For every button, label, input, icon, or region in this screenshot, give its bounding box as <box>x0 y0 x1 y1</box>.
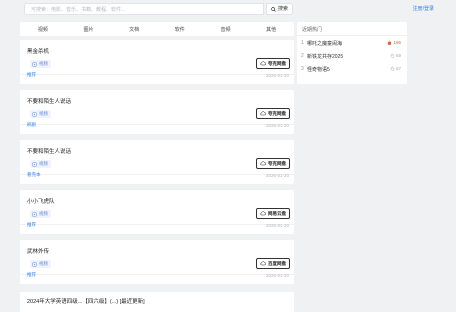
hot-count: 69 <box>390 53 401 58</box>
type-label: 视频 <box>39 261 48 266</box>
cloud-drive-label: 百度网盘 <box>268 260 286 266</box>
tab-video[interactable]: 视频 <box>32 26 54 33</box>
hot-count: 67 <box>390 66 401 71</box>
cloud-drive-button[interactable]: 百度网盘 <box>256 258 290 269</box>
hot-count-value: 69 <box>395 53 401 58</box>
resource-card[interactable]: 2024年大学英语四级...【四六级】(...) [最近更新] <box>20 292 294 312</box>
category-link[interactable]: 刷剧 <box>27 122 36 128</box>
video-file-icon <box>32 261 37 267</box>
cloud-drive-button[interactable]: 夸克网盘 <box>256 58 290 69</box>
hot-item-title[interactable]: 哪吒之魔童闹海 <box>307 40 342 47</box>
top-bar: 可搜索：电影、音乐、书籍、教程、软件... 搜索 注册/登录 <box>0 0 456 18</box>
category-link[interactable]: 推荐 <box>27 272 36 278</box>
search-button[interactable]: 搜索 <box>266 3 293 15</box>
resource-title[interactable]: 武林外传 <box>27 247 49 255</box>
publish-date: 2026-01-20 <box>265 123 289 128</box>
tab-other[interactable]: 其他 <box>260 26 282 33</box>
video-file-icon <box>32 161 37 167</box>
cloud-drive-button[interactable]: 网易云盘 <box>256 208 290 219</box>
publish-date: 2026-01-20 <box>265 223 289 228</box>
search-icon <box>271 6 276 12</box>
hot-item-title[interactable]: 新铁龙共存2025 <box>307 53 343 60</box>
cloud-icon <box>260 61 266 66</box>
hot-item-title[interactable]: 怪奇物语5 <box>307 66 330 73</box>
resource-card[interactable]: 小小飞虎队 视频 网易云盘 推荐 2026-01-20 <box>20 190 294 234</box>
hot-panel-title: 近期热门 <box>302 27 323 33</box>
video-file-icon <box>32 111 37 117</box>
cloud-drive-button[interactable]: 夸克网盘 <box>256 158 290 169</box>
search-button-label: 搜索 <box>277 6 288 12</box>
hot-item[interactable]: 3 怪奇物语5 67 <box>301 66 403 75</box>
hot-rank: 2 <box>301 53 304 59</box>
resource-title[interactable]: 小小飞虎队 <box>27 197 55 205</box>
resource-title[interactable]: 黑金杀机 <box>27 47 49 55</box>
category-link[interactable]: 推荐 <box>27 222 36 228</box>
cloud-icon <box>260 161 266 166</box>
type-label: 视频 <box>39 111 48 116</box>
cloud-drive-label: 夸克网盘 <box>268 110 286 116</box>
type-tag: 视频 <box>30 110 51 118</box>
type-label: 视频 <box>39 61 48 66</box>
type-tag: 视频 <box>30 160 51 168</box>
resource-card[interactable]: 黑金杀机 视频 夸克网盘 推荐 2026-01-20 <box>20 40 294 84</box>
hot-rank: 1 <box>301 40 304 46</box>
hot-count-value: 186 <box>393 40 401 45</box>
type-label: 视频 <box>39 211 48 216</box>
tab-software[interactable]: 软件 <box>169 26 191 33</box>
tab-documents[interactable]: 文档 <box>123 26 145 33</box>
video-file-icon <box>32 61 37 67</box>
search-input[interactable]: 可搜索：电影、音乐、书籍、教程、软件... <box>24 3 264 15</box>
tab-images[interactable]: 图片 <box>77 26 99 33</box>
video-file-icon <box>32 211 37 217</box>
hand-icon <box>390 66 395 71</box>
hot-item[interactable]: 1 哪吒之魔童闹海 186 <box>301 40 403 49</box>
publish-date: 2026-01-20 <box>265 73 289 78</box>
divider <box>20 174 294 175</box>
fire-icon <box>388 40 392 45</box>
resource-card[interactable]: 不要和陌生人说话 视频 夸克网盘 看完本 2026-01-20 <box>20 140 294 184</box>
divider <box>297 35 407 36</box>
cloud-drive-button[interactable]: 夸克网盘 <box>256 108 290 119</box>
type-tag: 视频 <box>30 210 51 218</box>
category-link[interactable]: 推荐 <box>27 72 36 78</box>
type-label: 视频 <box>39 161 48 166</box>
cloud-drive-label: 夸克网盘 <box>268 60 286 66</box>
resource-card[interactable]: 武林外传 视频 百度网盘 推荐 2026-01-20 <box>20 240 294 284</box>
hot-count-value: 67 <box>395 66 401 71</box>
cloud-icon <box>260 111 266 116</box>
divider <box>20 74 294 75</box>
divider <box>20 224 294 225</box>
tab-audio[interactable]: 音频 <box>214 26 236 33</box>
resource-title[interactable]: 2024年大学英语四级...【四六级】(...) [最近更新] <box>27 297 145 305</box>
category-tabs: 视频 图片 文档 软件 音频 其他 <box>20 22 294 36</box>
hot-panel: 近期热门 1 哪吒之魔童闹海 186 2 新铁龙共存2025 69 3 怪奇物语… <box>297 22 407 84</box>
login-link[interactable]: 注册/登录 <box>413 5 434 12</box>
cloud-drive-label: 夸克网盘 <box>268 160 286 166</box>
hot-count: 186 <box>387 40 401 45</box>
publish-date: 2026-01-20 <box>265 273 289 278</box>
hot-rank: 3 <box>301 66 304 72</box>
resource-title[interactable]: 不要和陌生人说话 <box>27 97 71 105</box>
cloud-icon <box>260 261 266 266</box>
resource-title[interactable]: 不要和陌生人说话 <box>27 147 71 155</box>
hand-icon <box>390 53 395 58</box>
resource-card[interactable]: 不要和陌生人说话 视频 夸克网盘 刷剧 2026-01-20 <box>20 90 294 134</box>
publish-date: 2026-01-20 <box>265 173 289 178</box>
cloud-drive-label: 网易云盘 <box>268 210 286 216</box>
hot-item[interactable]: 2 新铁龙共存2025 69 <box>301 53 403 62</box>
category-link[interactable]: 看完本 <box>27 172 41 178</box>
cloud-icon <box>260 211 266 216</box>
divider <box>20 274 294 275</box>
divider <box>20 124 294 125</box>
main-content: 视频 图片 文档 软件 音频 其他 <box>20 22 294 36</box>
type-tag: 视频 <box>30 60 51 68</box>
type-tag: 视频 <box>30 260 51 268</box>
